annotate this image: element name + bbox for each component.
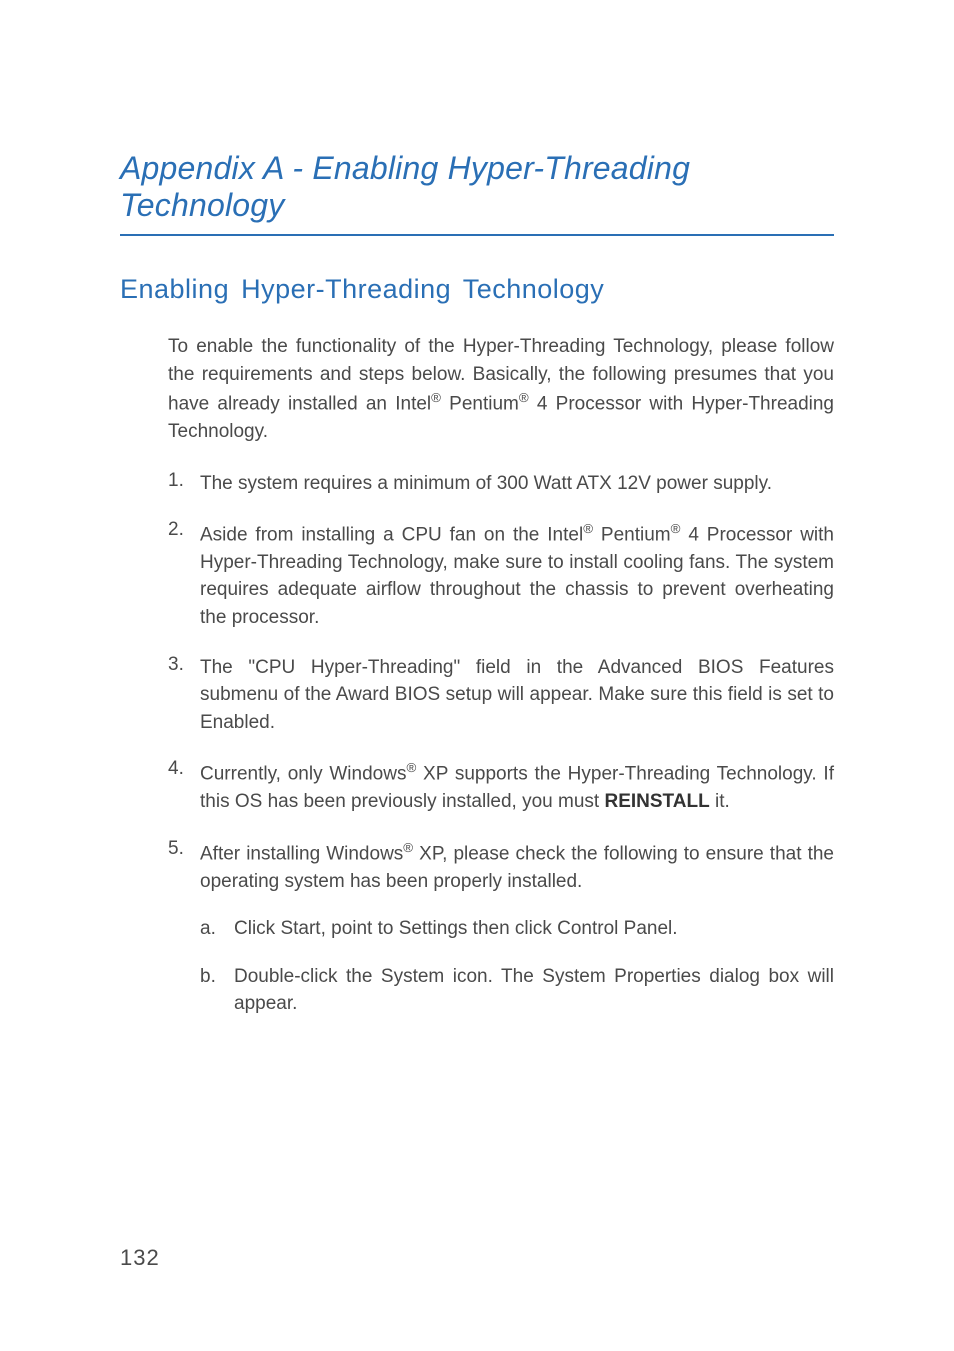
step-text: After installing Windows: [200, 843, 403, 864]
document-page: Appendix A - Enabling Hyper-Threading Te…: [0, 0, 954, 1038]
step-body: Aside from installing a CPU fan on the I…: [200, 519, 834, 632]
intro-text-2: Pentium: [441, 393, 519, 414]
step-item: 3.The "CPU Hyper-Threading" field in the…: [168, 654, 834, 737]
registered-mark: ®: [406, 760, 416, 775]
substeps-list: a.Click Start, point to Settings then cl…: [200, 915, 834, 1018]
step-item: 2.Aside from installing a CPU fan on the…: [168, 519, 834, 632]
substep-item: b.Double-click the System icon. The Syst…: [200, 963, 834, 1018]
step-item: 1.The system requires a minimum of 300 W…: [168, 470, 834, 498]
step-number: 5.: [168, 838, 200, 1038]
step-text: Pentium: [593, 524, 671, 545]
step-body: After installing Windows® XP, please che…: [200, 838, 834, 1038]
substep-item: a.Click Start, point to Settings then cl…: [200, 915, 834, 943]
step-item: 4.Currently, only Windows® XP supports t…: [168, 758, 834, 815]
registered-mark: ®: [671, 521, 681, 536]
step-number: 3.: [168, 654, 200, 737]
registered-mark: ®: [519, 390, 529, 405]
step-number: 2.: [168, 519, 200, 632]
registered-mark: ®: [403, 840, 413, 855]
step-number: 1.: [168, 470, 200, 498]
step-body: The system requires a minimum of 300 Wat…: [200, 470, 834, 498]
substep-letter: a.: [200, 915, 234, 943]
registered-mark: ®: [583, 521, 593, 536]
section-title: Enabling Hyper-Threading Technology: [120, 274, 834, 305]
intro-paragraph: To enable the functionality of the Hyper…: [168, 333, 834, 446]
substep-letter: b.: [200, 963, 234, 1018]
bold-text: REINSTALL: [604, 791, 709, 812]
substep-text: Double-click the System icon. The System…: [234, 963, 834, 1018]
step-text: The system requires a minimum of 300 Wat…: [200, 473, 772, 494]
step-text: Currently, only Windows: [200, 764, 406, 785]
substep-text: Click Start, point to Settings then clic…: [234, 915, 834, 943]
page-number: 132: [120, 1245, 160, 1271]
appendix-title: Appendix A - Enabling Hyper-Threading Te…: [120, 150, 834, 236]
step-body: The "CPU Hyper-Threading" field in the A…: [200, 654, 834, 737]
step-text: it.: [710, 791, 730, 812]
registered-mark: ®: [431, 390, 441, 405]
step-body: Currently, only Windows® XP supports the…: [200, 758, 834, 815]
steps-list: 1.The system requires a minimum of 300 W…: [168, 470, 834, 1038]
step-number: 4.: [168, 758, 200, 815]
step-text: The "CPU Hyper-Threading" field in the A…: [200, 657, 834, 733]
step-item: 5.After installing Windows® XP, please c…: [168, 838, 834, 1038]
step-text: Aside from installing a CPU fan on the I…: [200, 524, 583, 545]
